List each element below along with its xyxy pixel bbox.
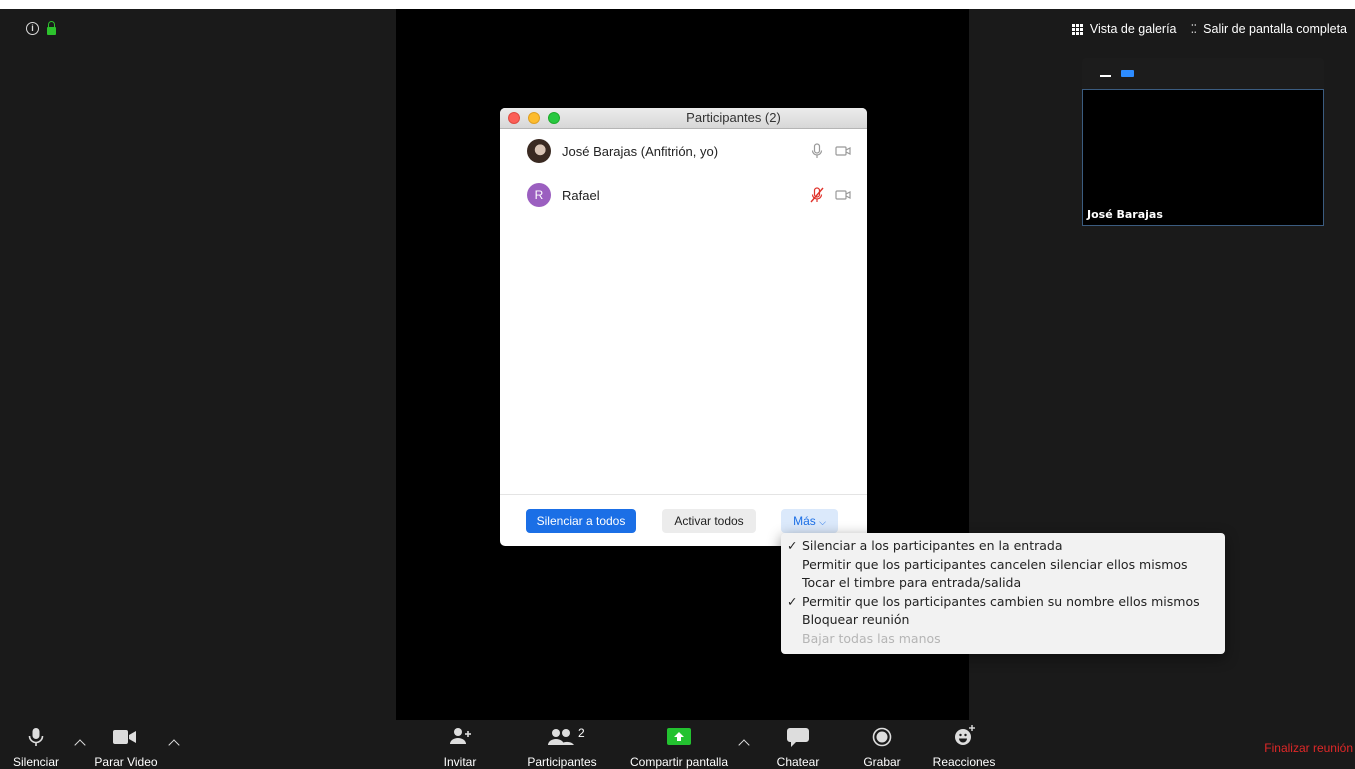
window-titlebar[interactable]: Participantes (2) xyxy=(500,108,867,129)
minimize-icon[interactable] xyxy=(1100,74,1111,77)
share-screen-button[interactable]: Compartir pantalla xyxy=(624,720,734,769)
record-icon xyxy=(872,727,892,747)
mute-button[interactable]: Silenciar xyxy=(0,720,74,769)
menu-item-allow-unmute-self[interactable]: Permitir que los participantes cancelen … xyxy=(781,556,1225,575)
grid-icon xyxy=(1071,23,1083,35)
unmute-all-button[interactable]: Activar todos xyxy=(662,509,756,533)
participants-button[interactable]: 2 Participantes xyxy=(520,720,604,769)
view-controls: Vista de galería ⁚⁚ Salir de pantalla co… xyxy=(1071,22,1347,36)
menu-item-label: Silenciar a los participantes en la entr… xyxy=(802,538,1063,553)
check-icon: ✓ xyxy=(787,538,798,553)
microphone-icon xyxy=(28,728,44,746)
participants-window: Participantes (2) José Barajas (Anfitrió… xyxy=(500,108,867,546)
record-label: Grabar xyxy=(863,755,901,769)
participant-row[interactable]: R Rafael xyxy=(500,173,867,217)
reactions-button[interactable]: Reacciones xyxy=(932,720,996,769)
video-camera-icon xyxy=(113,730,136,744)
record-button[interactable]: Grabar xyxy=(854,720,910,769)
end-meeting-button[interactable]: Finalizar reunión xyxy=(1264,741,1353,755)
meeting-toolbar: Silenciar Parar Video Invitar 2 Particip… xyxy=(0,720,1355,769)
share-options-chevron-icon[interactable] xyxy=(738,739,750,751)
video-off-icon[interactable] xyxy=(835,189,851,201)
menu-item-label: Bloquear reunión xyxy=(802,612,910,627)
menu-item-label: Permitir que los participantes cancelen … xyxy=(802,556,1188,572)
participant-row[interactable]: José Barajas (Anfitrión, yo) xyxy=(500,129,867,173)
stop-video-label: Parar Video xyxy=(94,755,158,769)
video-options-chevron-icon[interactable] xyxy=(168,739,180,751)
gallery-view-label: Vista de galería xyxy=(1089,22,1177,36)
thumbnail-view-icon[interactable] xyxy=(1121,69,1134,77)
reaction-emoji-icon xyxy=(955,725,975,745)
participant-name: Rafael xyxy=(562,187,600,203)
menu-item-lower-all-hands: Bajar todas las manos xyxy=(781,630,1225,649)
exit-fullscreen-button[interactable]: ⁚⁚ Salir de pantalla completa xyxy=(1191,22,1347,36)
thumbnail-video: José Barajas xyxy=(1082,89,1324,226)
close-icon[interactable] xyxy=(508,112,520,124)
gallery-view-button[interactable]: Vista de galería xyxy=(1071,22,1177,36)
participants-icon xyxy=(548,729,574,745)
microphone-muted-icon[interactable] xyxy=(810,187,824,203)
participants-label: Participantes xyxy=(527,755,597,769)
meeting-info-bar: i xyxy=(26,20,56,35)
more-button[interactable]: Más ⌵ xyxy=(781,509,838,533)
participant-list: José Barajas (Anfitrión, yo) R Rafael xyxy=(500,129,867,217)
lock-icon[interactable] xyxy=(47,20,56,35)
chat-icon xyxy=(787,728,809,747)
avatar xyxy=(527,139,551,163)
invite-label: Invitar xyxy=(443,755,477,769)
menu-item-label: Permitir que los participantes cambien s… xyxy=(802,593,1200,609)
menu-item-lock-meeting[interactable]: Bloquear reunión xyxy=(781,611,1225,630)
zoom-window-icon[interactable] xyxy=(548,112,560,124)
participant-name: José Barajas (Anfitrión, yo) xyxy=(562,143,719,159)
thumbnail-name: José Barajas xyxy=(1087,208,1163,221)
top-strip xyxy=(0,0,1355,9)
exit-fullscreen-icon: ⁚⁚ xyxy=(1190,22,1198,36)
chat-label: Chatear xyxy=(776,755,820,769)
share-screen-label: Compartir pantalla xyxy=(629,755,729,769)
menu-item-label: Tocar el timbre para entrada/salida xyxy=(802,575,1022,590)
self-video-thumbnail[interactable]: José Barajas xyxy=(1082,58,1324,226)
share-screen-icon xyxy=(667,728,691,745)
menu-item-mute-on-entry[interactable]: ✓ Silenciar a los participantes en la en… xyxy=(781,537,1225,556)
mute-all-button[interactable]: Silenciar a todos xyxy=(526,509,636,533)
window-controls xyxy=(508,112,560,124)
avatar: R xyxy=(527,183,551,207)
info-icon[interactable]: i xyxy=(26,22,39,35)
chat-button[interactable]: Chatear xyxy=(770,720,826,769)
add-user-icon xyxy=(450,728,471,744)
mute-label: Silenciar xyxy=(12,755,60,769)
menu-item-label: Bajar todas las manos xyxy=(802,630,941,646)
audio-options-chevron-icon[interactable] xyxy=(74,739,86,751)
minimize-window-icon[interactable] xyxy=(528,112,540,124)
invite-button[interactable]: Invitar xyxy=(430,720,490,769)
stop-video-button[interactable]: Parar Video xyxy=(90,720,160,769)
chevron-down-icon: ⌵ xyxy=(819,517,826,527)
microphone-icon[interactable] xyxy=(810,143,824,159)
exit-fullscreen-label: Salir de pantalla completa xyxy=(1203,22,1347,36)
more-label: Más xyxy=(793,514,816,528)
reactions-label: Reacciones xyxy=(932,755,996,769)
thumbnail-controls xyxy=(1082,58,1324,88)
more-menu: ✓ Silenciar a los participantes en la en… xyxy=(781,533,1225,654)
participants-count-badge: 2 xyxy=(578,726,585,740)
check-icon: ✓ xyxy=(787,593,798,609)
menu-item-allow-rename[interactable]: ✓ Permitir que los participantes cambien… xyxy=(781,593,1225,612)
video-off-icon[interactable] xyxy=(835,145,851,157)
menu-item-chime[interactable]: Tocar el timbre para entrada/salida xyxy=(781,574,1225,593)
